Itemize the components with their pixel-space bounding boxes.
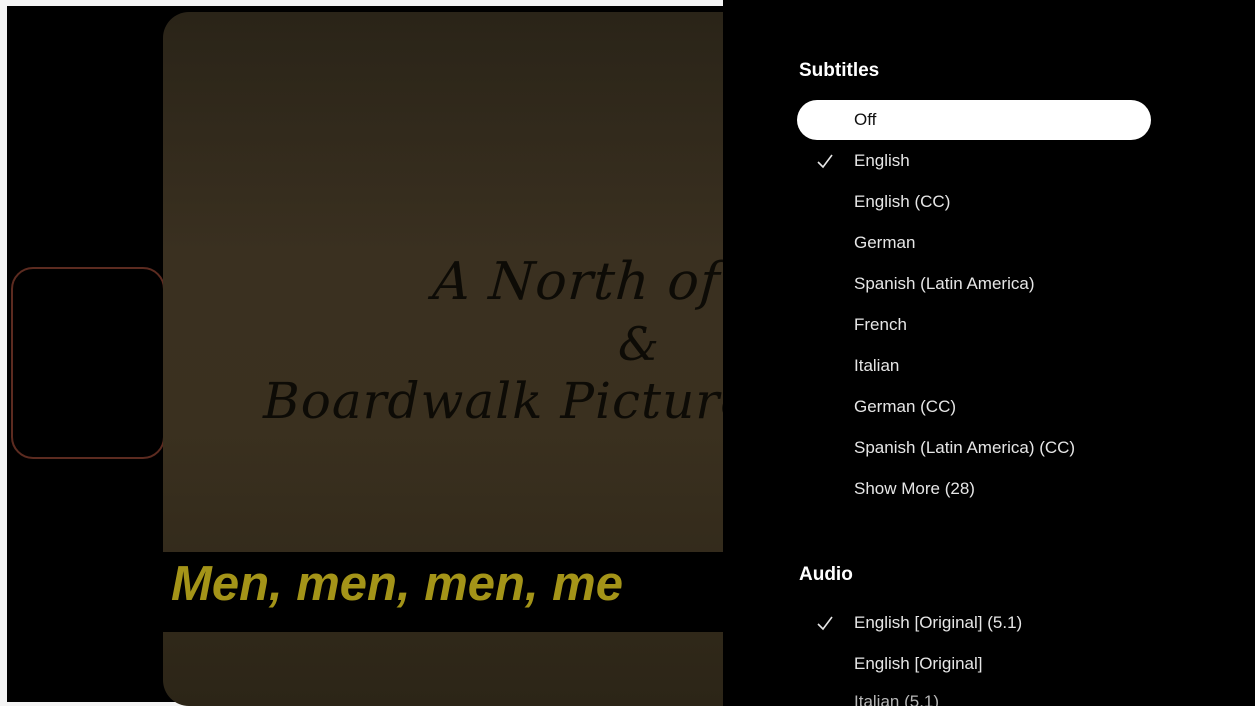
title-card-ampersand: & (618, 317, 659, 371)
audio-option-label: Italian (5.1) (854, 692, 940, 706)
preview-thumbnail[interactable] (11, 267, 165, 459)
title-card-line2: Boardwalk Pictures (263, 372, 723, 430)
subtitle-option-spanish-latam[interactable]: Spanish (Latin America) (797, 264, 1151, 304)
subtitle-text: Men, men, men, me (171, 557, 624, 611)
subtitle-bar: Men, men, men, me (163, 552, 723, 632)
subtitle-option-german[interactable]: German (797, 223, 1151, 263)
audio-option-label: English [Original] (5.1) (854, 613, 1023, 632)
title-card-line1: A North of (430, 252, 723, 312)
check-icon (817, 616, 833, 631)
video-frame: A North of & Boardwalk Pictures Men, men… (163, 12, 723, 706)
subtitle-option-label: Italian (854, 356, 900, 375)
subtitle-option-french[interactable]: French (797, 305, 1151, 345)
subtitle-option-off[interactable]: Off (797, 100, 1151, 140)
audio-subtitles-panel: Subtitles Off English English (CC) Germa… (723, 0, 1255, 706)
subtitles-heading: Subtitles (799, 60, 880, 81)
audio-heading: Audio (799, 564, 853, 585)
subtitle-option-spanish-latam-cc[interactable]: Spanish (Latin America) (CC) (797, 428, 1151, 468)
check-icon (817, 154, 833, 169)
subtitle-option-italian[interactable]: Italian (797, 346, 1151, 386)
audio-option-english-original[interactable]: English [Original] (797, 644, 1151, 684)
subtitle-option-label: German (CC) (854, 397, 957, 416)
left-border (0, 0, 7, 706)
subtitle-option-label: English (854, 151, 910, 170)
subtitle-option-label: French (854, 315, 907, 334)
subtitle-option-label: Show More (28) (854, 479, 975, 498)
player-screen: A North of & Boardwalk Pictures Men, men… (0, 0, 1255, 706)
audio-option-english-original-51[interactable]: English [Original] (5.1) (797, 603, 1151, 643)
title-card: A North of & Boardwalk Pictures (243, 222, 723, 462)
subtitle-option-label: Spanish (Latin America) (854, 274, 1035, 293)
subtitle-option-label: German (854, 233, 916, 252)
subtitle-option-label: Spanish (Latin America) (CC) (854, 438, 1076, 457)
subtitle-option-english-cc[interactable]: English (CC) (797, 182, 1151, 222)
subtitle-option-german-cc[interactable]: German (CC) (797, 387, 1151, 427)
audio-option-italian-51[interactable]: Italian (5.1) (797, 682, 1151, 706)
audio-option-label: English [Original] (854, 654, 983, 673)
subtitle-show-more[interactable]: Show More (28) (797, 469, 1151, 509)
subtitle-option-label: Off (854, 110, 877, 129)
subtitle-option-label: English (CC) (854, 192, 951, 211)
subtitle-option-english[interactable]: English (797, 141, 1151, 181)
